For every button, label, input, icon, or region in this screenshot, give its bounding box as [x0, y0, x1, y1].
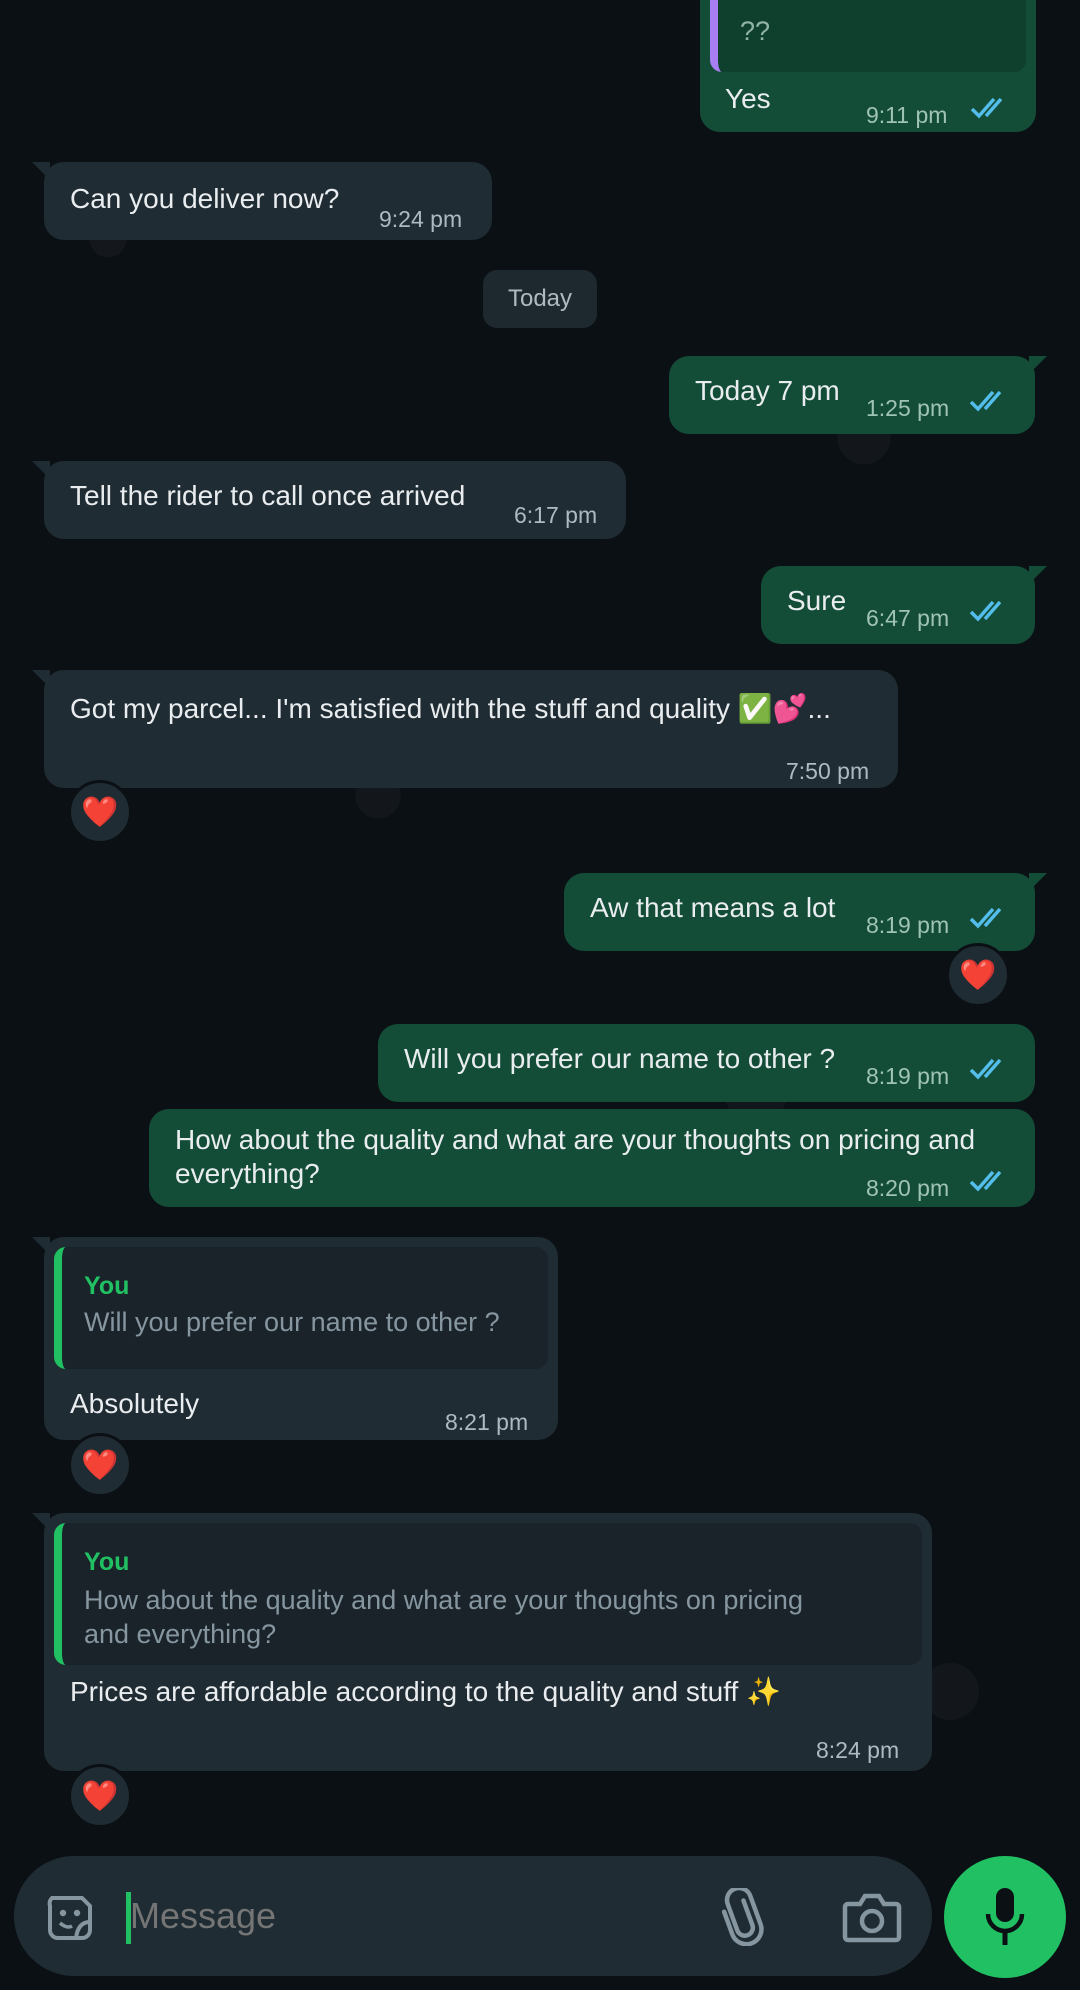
reaction-heart[interactable]: ❤️ — [68, 1764, 132, 1828]
date-separator-label: Today — [507, 285, 573, 312]
message-bubble-incoming[interactable]: You Will you prefer our name to other ? … — [32, 1237, 558, 1440]
heart-icon: ❤️ — [959, 958, 997, 992]
message-bubble-outgoing[interactable]: ?? Yes 9:11 pm — [700, 0, 1036, 132]
read-receipt-icon — [969, 390, 1002, 412]
message-bubble-incoming[interactable]: Tell the rider to call once arrived 6:17… — [32, 461, 626, 539]
message-text: Today 7 pm — [695, 375, 840, 406]
message-bubble-incoming[interactable]: Can you deliver now? 9:24 pm — [32, 162, 492, 240]
message-text: Can you deliver now? — [70, 183, 340, 214]
message-time: 8:20 pm — [866, 1175, 950, 1201]
message-bubble-outgoing[interactable]: Today 7 pm 1:25 pm — [669, 356, 1047, 434]
read-receipt-icon — [970, 97, 1003, 119]
quoted-text: Will you prefer our name to other ? — [84, 1307, 500, 1337]
message-text-line1: How about the quality and what are your … — [175, 1124, 976, 1155]
quoted-message[interactable]: You Will you prefer our name to other ? — [54, 1247, 548, 1369]
quoted-author: You — [84, 1272, 130, 1300]
message-text: Absolutely — [70, 1388, 200, 1419]
message-input[interactable] — [130, 1884, 690, 1948]
quoted-author: You — [84, 1548, 130, 1576]
heart-icon: ❤️ — [81, 1779, 119, 1813]
message-text: Sure — [787, 585, 847, 616]
message-text-line2: everything? — [175, 1158, 320, 1189]
message-text: Got my parcel... I'm satisfied with the … — [70, 693, 831, 724]
message-time: 8:19 pm — [866, 912, 950, 938]
message-text: Will you prefer our name to other ? — [404, 1043, 836, 1074]
quoted-text-line2: and everything? — [84, 1619, 277, 1649]
voice-record-button[interactable] — [944, 1856, 1066, 1978]
sticker-icon[interactable] — [42, 1890, 98, 1946]
bubble-tail — [32, 1237, 50, 1255]
bubble-tail — [32, 461, 50, 479]
bubble-tail — [32, 1513, 50, 1531]
heart-icon: ❤️ — [81, 1448, 119, 1482]
read-receipt-icon — [969, 1170, 1002, 1192]
reaction-heart[interactable]: ❤️ — [68, 1433, 132, 1497]
paperclip-icon[interactable] — [719, 1888, 765, 1946]
message-time: 9:11 pm — [866, 102, 948, 128]
message-time: 8:21 pm — [445, 1409, 529, 1435]
message-bubble-incoming[interactable]: You How about the quality and what are y… — [32, 1513, 932, 1771]
reaction-heart[interactable]: ❤️ — [68, 780, 132, 844]
message-composer — [14, 1856, 932, 1976]
message-time: 1:25 pm — [866, 395, 950, 421]
quoted-text: ?? — [740, 16, 771, 46]
read-receipt-icon — [969, 600, 1002, 622]
quoted-message[interactable]: You How about the quality and what are y… — [54, 1523, 922, 1665]
bubble-tail — [32, 162, 50, 180]
bubble-tail — [1029, 356, 1047, 374]
message-text: Tell the rider to call once arrived — [70, 480, 466, 511]
message-time: 6:47 pm — [866, 605, 950, 631]
read-receipt-icon — [969, 907, 1002, 929]
message-bubble-outgoing[interactable]: Sure 6:47 pm — [761, 566, 1047, 644]
bubble-tail — [32, 670, 50, 688]
message-bubble-outgoing[interactable]: How about the quality and what are your … — [149, 1109, 1035, 1207]
microphone-icon — [985, 1888, 1025, 1945]
message-time: 8:24 pm — [816, 1737, 900, 1763]
message-bubble-incoming[interactable]: Got my parcel... I'm satisfied with the … — [32, 670, 898, 788]
heart-icon: ❤️ — [81, 795, 119, 829]
message-time: 8:19 pm — [866, 1063, 950, 1089]
bubble-tail — [1029, 873, 1047, 891]
reaction-heart[interactable]: ❤️ — [946, 943, 1010, 1007]
date-separator: Today — [483, 270, 597, 328]
message-text: Yes — [725, 83, 771, 114]
message-bubble-outgoing[interactable]: Aw that means a lot 8:19 pm — [564, 873, 1047, 951]
message-time: 6:17 pm — [514, 502, 598, 528]
quoted-message[interactable]: ?? — [710, 0, 1026, 72]
quoted-text-line1: How about the quality and what are your … — [84, 1585, 803, 1615]
message-text: Aw that means a lot — [590, 892, 836, 923]
message-time: 9:24 pm — [379, 206, 463, 232]
read-receipt-icon — [969, 1058, 1002, 1080]
message-time: 7:50 pm — [786, 758, 870, 784]
bubble-tail — [1029, 566, 1047, 584]
camera-icon[interactable] — [842, 1890, 902, 1944]
message-bubble-outgoing[interactable]: Will you prefer our name to other ? 8:19… — [378, 1024, 1035, 1102]
message-text: Prices are affordable according to the q… — [70, 1676, 781, 1707]
